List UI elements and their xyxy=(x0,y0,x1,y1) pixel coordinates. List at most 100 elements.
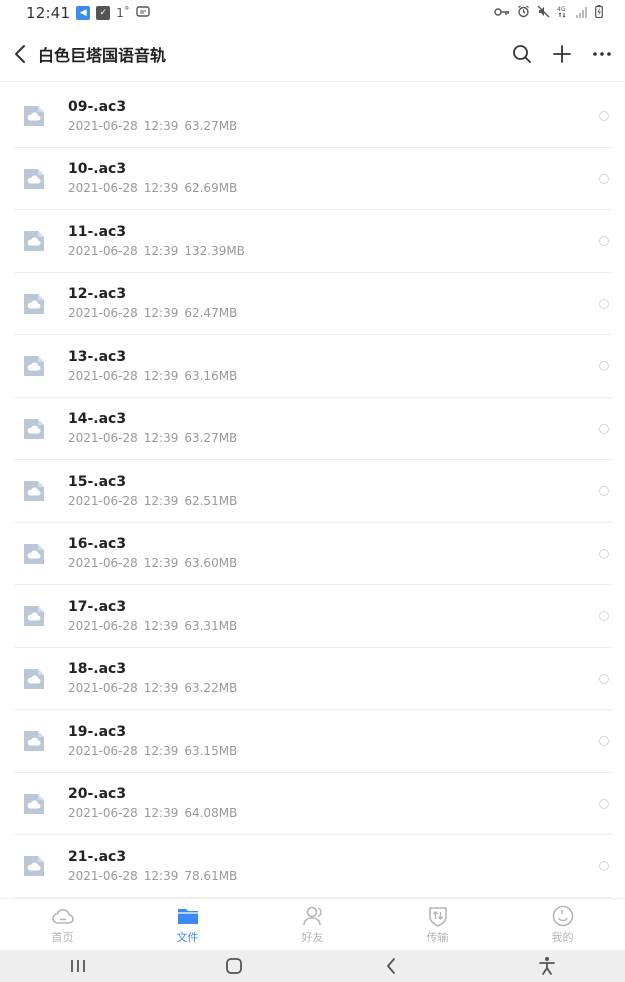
tab-friends[interactable]: 好友 xyxy=(250,899,375,950)
file-size: 62.51MB xyxy=(184,493,238,508)
more-button[interactable] xyxy=(587,39,617,69)
file-meta: 20-.ac3 2021-06-28 12:39 64.08MB xyxy=(68,785,599,822)
tab-label-files: 文件 xyxy=(176,930,199,944)
file-size: 63.27MB xyxy=(184,431,238,446)
select-radio[interactable] xyxy=(599,486,609,497)
file-meta: 21-.ac3 2021-06-28 12:39 78.61MB xyxy=(68,848,599,885)
svg-text:4G: 4G xyxy=(557,6,566,13)
file-info: 2021-06-28 12:39 63.60MB xyxy=(68,554,599,572)
header-actions xyxy=(507,39,625,69)
select-radio[interactable] xyxy=(599,361,609,372)
file-time: 12:39 xyxy=(143,868,179,883)
key-icon xyxy=(494,7,510,20)
file-info: 2021-06-28 12:39 63.16MB xyxy=(68,367,599,385)
file-meta: 18-.ac3 2021-06-28 12:39 63.22MB xyxy=(68,660,599,697)
tab-profile[interactable]: 我的 xyxy=(500,899,625,950)
recent-apps-button[interactable] xyxy=(58,950,98,982)
tab-files[interactable]: 文件 xyxy=(125,899,250,950)
select-radio[interactable] xyxy=(599,236,609,247)
system-back-button[interactable] xyxy=(371,950,411,982)
back-button[interactable] xyxy=(2,26,38,82)
file-meta: 14-.ac3 2021-06-28 12:39 63.27MB xyxy=(68,410,599,447)
file-time: 12:39 xyxy=(143,431,179,446)
search-button[interactable] xyxy=(507,39,537,69)
select-radio[interactable] xyxy=(599,611,609,622)
file-row[interactable]: 12-.ac3 2021-06-28 12:39 62.47MB xyxy=(0,273,625,336)
file-meta: 17-.ac3 2021-06-28 12:39 63.31MB xyxy=(68,598,599,635)
select-radio[interactable] xyxy=(599,861,609,872)
file-date: 2021-06-28 xyxy=(68,556,138,571)
file-time: 12:39 xyxy=(143,181,179,196)
message-notification-icon xyxy=(136,4,150,23)
file-date: 2021-06-28 xyxy=(68,368,138,383)
file-size: 63.60MB xyxy=(184,556,238,571)
file-name: 12-.ac3 xyxy=(68,286,127,303)
file-meta: 16-.ac3 2021-06-28 12:39 63.60MB xyxy=(68,535,599,572)
select-radio[interactable] xyxy=(599,111,609,122)
file-time: 12:39 xyxy=(143,243,179,258)
file-size: 63.22MB xyxy=(184,681,238,696)
file-size: 63.16MB xyxy=(184,368,238,383)
file-name: 14-.ac3 xyxy=(68,411,127,428)
tab-home[interactable]: 首页 xyxy=(0,899,125,950)
select-radio[interactable] xyxy=(599,423,609,434)
tab-label-friends: 好友 xyxy=(301,930,324,944)
file-row[interactable]: 10-.ac3 2021-06-28 12:39 62.69MB xyxy=(0,148,625,211)
file-row[interactable]: 09-.ac3 2021-06-28 12:39 63.27MB xyxy=(0,85,625,148)
file-row[interactable]: 20-.ac3 2021-06-28 12:39 64.08MB xyxy=(0,773,625,836)
file-date: 2021-06-28 xyxy=(68,431,138,446)
cloud-file-icon xyxy=(24,168,44,189)
select-radio[interactable] xyxy=(599,173,609,184)
file-name: 21-.ac3 xyxy=(68,848,127,865)
file-date: 2021-06-28 xyxy=(68,806,138,821)
file-date: 2021-06-28 xyxy=(68,243,138,258)
file-info: 2021-06-28 12:39 62.51MB xyxy=(68,492,599,510)
file-row[interactable]: 15-.ac3 2021-06-28 12:39 62.51MB xyxy=(0,460,625,523)
home-button[interactable] xyxy=(214,950,254,982)
select-radio[interactable] xyxy=(599,736,609,747)
search-icon xyxy=(513,44,531,63)
cloud-file-icon xyxy=(24,106,44,127)
cloud-file-icon xyxy=(24,731,44,752)
tab-transfer[interactable]: 传输 xyxy=(375,899,500,950)
tab-label-profile: 我的 xyxy=(551,930,574,944)
file-size: 78.61MB xyxy=(184,868,238,883)
file-time: 12:39 xyxy=(143,743,179,758)
file-name: 16-.ac3 xyxy=(68,536,127,553)
file-row[interactable]: 16-.ac3 2021-06-28 12:39 63.60MB xyxy=(0,523,625,586)
file-info: 2021-06-28 12:39 64.08MB xyxy=(68,804,599,822)
file-row[interactable]: 19-.ac3 2021-06-28 12:39 63.15MB xyxy=(0,710,625,773)
file-row[interactable]: 21-.ac3 2021-06-28 12:39 78.61MB xyxy=(0,835,625,898)
friends-icon xyxy=(302,906,322,925)
status-time: 12:41 xyxy=(26,4,71,22)
plus-icon xyxy=(553,44,571,63)
file-name: 13-.ac3 xyxy=(68,348,127,365)
file-size: 63.27MB xyxy=(184,118,238,133)
file-time: 12:39 xyxy=(143,118,179,133)
file-date: 2021-06-28 xyxy=(68,618,138,633)
network-4g-icon: 4G xyxy=(557,5,569,21)
accessibility-button[interactable] xyxy=(527,950,567,982)
file-meta: 09-.ac3 2021-06-28 12:39 63.27MB xyxy=(68,98,599,135)
select-radio[interactable] xyxy=(599,298,609,309)
bottom-tab-bar: 首页 文件 好友 传输 我的 xyxy=(0,898,625,950)
file-row[interactable]: 14-.ac3 2021-06-28 12:39 63.27MB xyxy=(0,398,625,461)
file-row[interactable]: 11-.ac3 2021-06-28 12:39 132.39MB xyxy=(0,210,625,273)
file-meta: 12-.ac3 2021-06-28 12:39 62.47MB xyxy=(68,285,599,322)
file-info: 2021-06-28 12:39 63.27MB xyxy=(68,117,599,135)
file-info: 2021-06-28 12:39 63.31MB xyxy=(68,617,599,635)
file-name: 11-.ac3 xyxy=(68,223,127,240)
system-back-icon xyxy=(386,958,395,974)
tab-label-home: 首页 xyxy=(51,930,74,944)
app-notification-icon: ◀ xyxy=(76,6,91,20)
file-row[interactable]: 18-.ac3 2021-06-28 12:39 63.22MB xyxy=(0,648,625,711)
cloud-file-icon xyxy=(24,418,44,439)
file-row[interactable]: 13-.ac3 2021-06-28 12:39 63.16MB xyxy=(0,335,625,398)
top-app-bar: 白色巨塔国语音轨 xyxy=(0,26,625,82)
file-row[interactable]: 17-.ac3 2021-06-28 12:39 63.31MB xyxy=(0,585,625,648)
select-radio[interactable] xyxy=(599,798,609,809)
select-radio[interactable] xyxy=(599,548,609,559)
file-date: 2021-06-28 xyxy=(68,681,138,696)
select-radio[interactable] xyxy=(599,673,609,684)
add-button[interactable] xyxy=(547,39,577,69)
